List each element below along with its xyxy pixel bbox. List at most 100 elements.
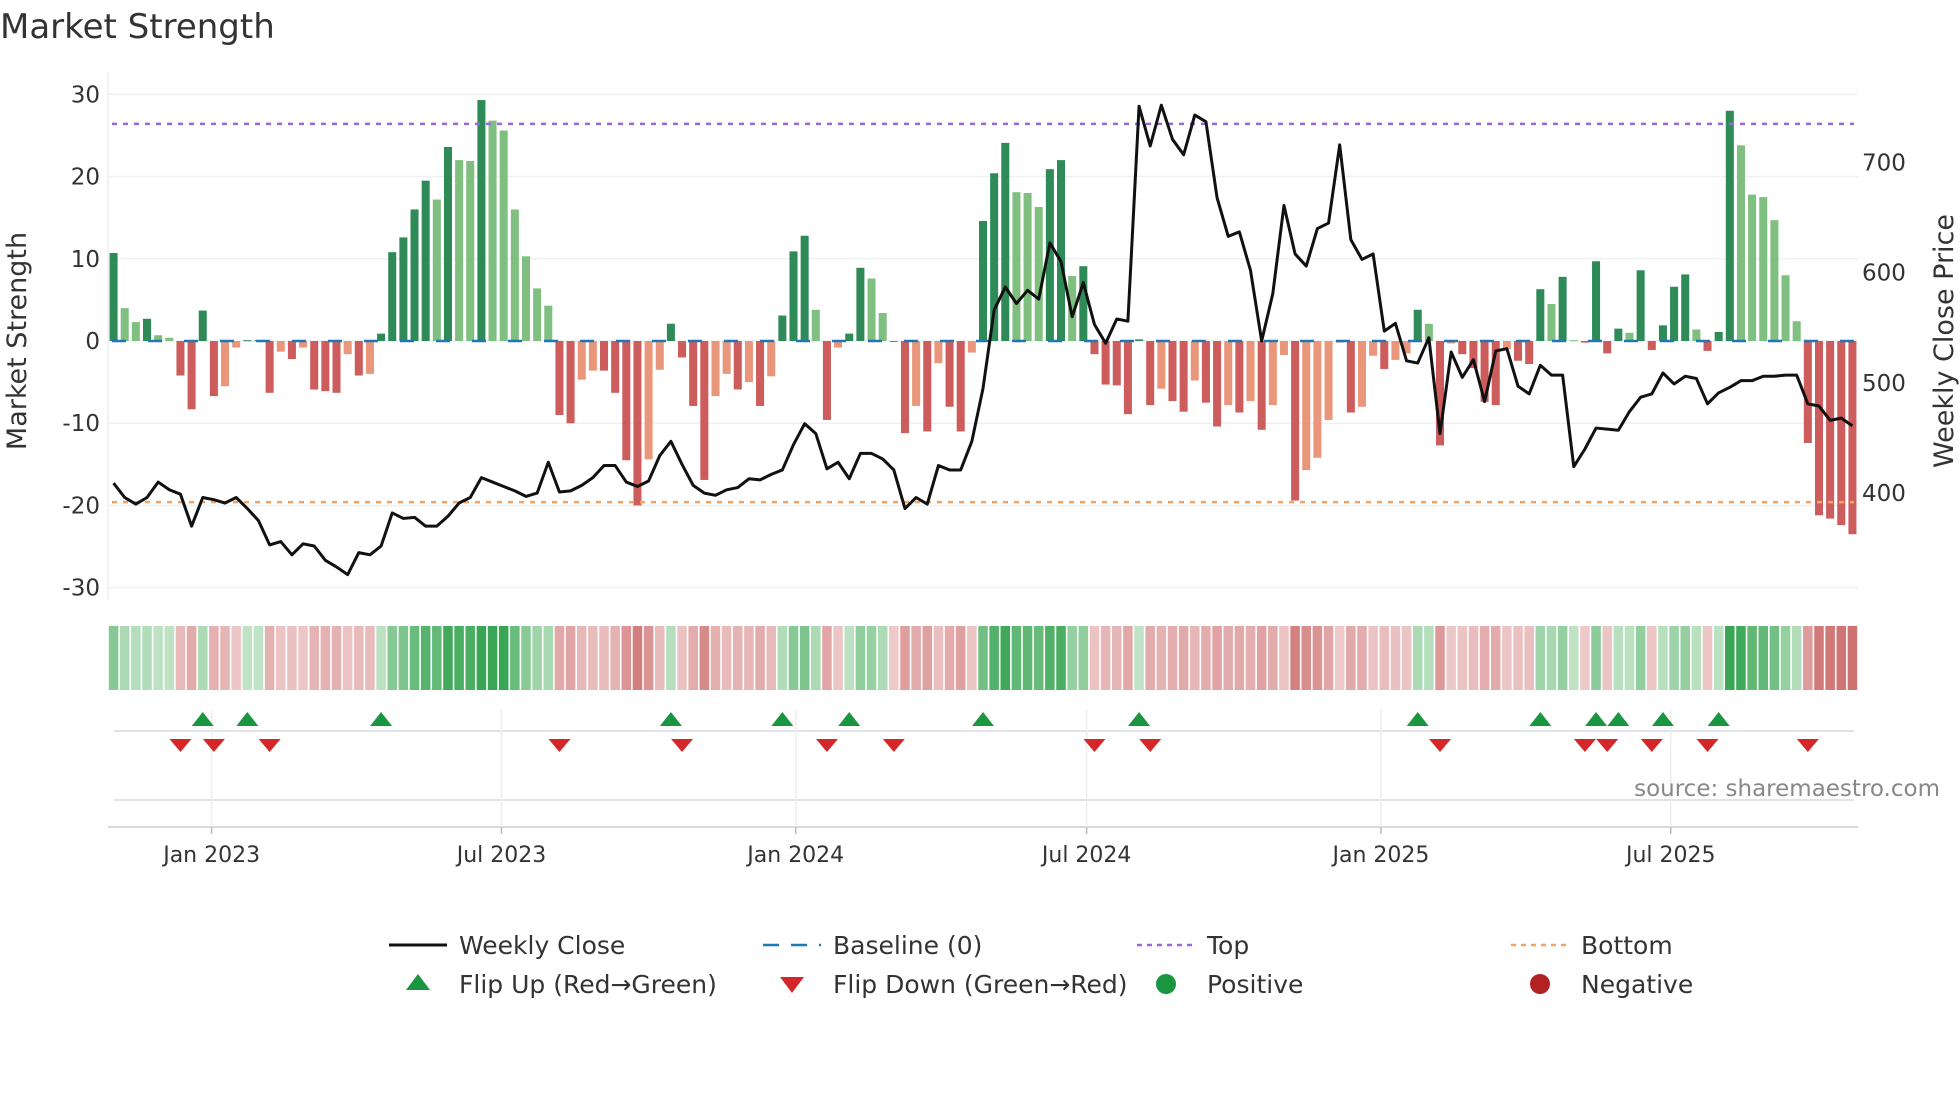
x-axis-ticks: Jan 2023 Jul 2023 Jan 2024 Jul 2024 Jan 2025… [161,827,1716,868]
strength-bar [1380,341,1389,369]
strength-bar [343,341,352,355]
strength-bar [978,220,988,341]
strip-cell [621,626,632,690]
strip-cell [131,626,141,690]
flip-up-marker [236,712,259,726]
strip-cell [1669,626,1679,690]
strip-cell [677,626,687,690]
strength-bar [1759,197,1768,341]
strip-cell [755,626,765,690]
strip-cell [1591,626,1601,690]
strength-bar [1302,341,1311,471]
strip-cell [1123,626,1133,690]
strip-cell [186,626,197,690]
strength-bar [421,180,430,341]
strength-bar [321,341,330,392]
strength-bar [544,305,553,341]
strength-bar [143,318,152,341]
strip-cell [1268,626,1278,690]
strength-bar [600,341,609,371]
legend: Weekly Close Baseline (0) Top Bottom Flip Up… [389,931,1693,999]
strength-bar [1168,341,1177,402]
strip-cell [309,626,319,690]
strength-bar [377,333,386,341]
strip-cell [1201,626,1211,690]
strength-bar [1547,304,1556,341]
strength-bar [1736,145,1745,341]
strength-bar [666,323,675,341]
strip-cell [331,626,342,690]
x-tick-label: Jan 2025 [1330,843,1429,868]
legend-label: Flip Down (Green→Red) [833,970,1128,999]
legend-label: Negative [1581,970,1693,999]
strip-cell [521,626,531,690]
strip-cell [632,626,643,690]
strength-bar [900,341,909,434]
strip-cell [1702,626,1713,690]
strength-bar [1201,341,1210,403]
strip-cell [1546,626,1557,690]
strength-bar [845,333,854,341]
strip-cell [231,626,241,690]
strip-cell [1134,626,1144,690]
strength-bar [1235,341,1244,413]
strip-cell [1011,626,1022,690]
strip-cell [1178,626,1189,690]
strength-bar [477,100,486,341]
strength-bar [678,341,687,358]
strip-cell [1524,626,1534,690]
strip-cell [1190,626,1200,690]
strength-bar [878,313,887,341]
strip-cell [1680,626,1691,690]
strip-cell [1602,626,1612,690]
strength-bar [533,288,542,341]
right-axis-ticks: 400 500 600 700 [1862,150,1906,507]
strip-cell [1568,626,1579,690]
flip-up-marker [1585,712,1608,726]
strip-cell [955,626,966,690]
flip-down-marker [1139,739,1162,752]
strip-cell [978,626,988,690]
strength-bar [1848,341,1857,535]
strip-cell [866,626,877,690]
strip-cell [409,626,420,690]
strip-cell [944,626,955,690]
legend-label: Bottom [1581,931,1673,960]
strength-bar [722,341,731,374]
strip-cell [900,626,910,690]
strip-cell [554,626,565,690]
strip-cell [1836,626,1847,690]
strip-cell [1713,626,1724,690]
flip-down-marker [1573,739,1596,752]
x-tick-label: Jan 2024 [745,843,844,868]
flip-up-marker [1707,712,1730,726]
strength-bar [1224,341,1233,406]
strip-cell [1290,626,1300,690]
flip-down-marker [258,739,281,752]
strength-bar [1268,341,1277,406]
strip-cell [1635,626,1646,690]
strip-cell [1535,626,1546,690]
strength-bar [555,341,564,415]
strip-cell [398,626,409,690]
strip-cell [220,626,230,690]
strip-cell [1223,626,1233,690]
strip-cell [387,626,398,690]
legend-label: Weekly Close [459,931,625,960]
strip-cell [320,626,331,690]
strip-cell [610,626,620,690]
legend-label: Baseline (0) [833,931,982,960]
flip-down-marker [882,739,905,752]
strength-bar [1034,206,1043,341]
flip-down-marker [202,739,225,752]
strip-cell [643,626,654,690]
strip-cell [1580,626,1590,690]
strip-cell [654,626,665,690]
chart-title: Market Strength [0,7,275,47]
y-tick-label: 0 [85,329,100,355]
strength-bar [1558,276,1567,341]
strength-bar [1012,192,1021,341]
strength-bar [1703,341,1712,351]
strength-bar [1324,341,1333,420]
strength-bar [332,341,341,393]
